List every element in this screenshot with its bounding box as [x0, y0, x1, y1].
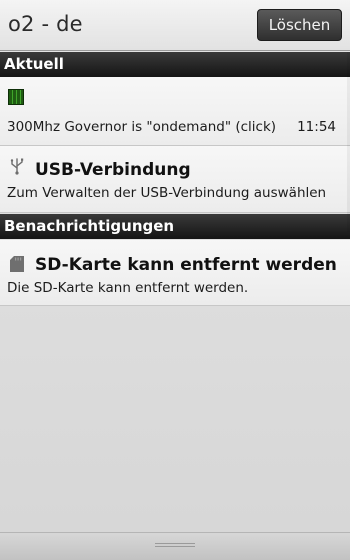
notification-time: 11:54 — [297, 119, 336, 135]
drag-grip-icon — [155, 543, 195, 547]
notification-text: Zum Verwalten der USB-Verbindung auswähl… — [7, 185, 327, 201]
section-header-current: Aktuell — [0, 52, 350, 77]
notification-usb-connection[interactable]: USB-Verbindung Zum Verwalten der USB-Ver… — [0, 146, 350, 213]
usb-icon — [10, 158, 24, 175]
notification-header: o2 - de Löschen — [0, 0, 350, 51]
cpu-chip-icon — [8, 89, 24, 105]
notification-text: Die SD-Karte kann entfernt werden. — [7, 280, 249, 296]
panel-drag-handle[interactable] — [0, 532, 350, 560]
notification-text: 300Mhz Governor is "ondemand" (click) — [7, 119, 277, 135]
operator-name: o2 - de — [8, 12, 83, 36]
notification-panel: o2 - de Löschen Aktuell 300Mhz Governor … — [0, 0, 350, 560]
notification-sd-card[interactable]: SD-Karte kann entfernt werden Die SD-Kar… — [0, 240, 350, 306]
sd-card-icon — [10, 256, 24, 272]
notification-cpu-governor[interactable]: 300Mhz Governor is "ondemand" (click) 11… — [0, 77, 350, 146]
notification-title: USB-Verbindung — [35, 160, 191, 180]
section-header-notifications: Benachrichtigungen — [0, 214, 350, 239]
notification-title: SD-Karte kann entfernt werden — [35, 255, 337, 275]
clear-button[interactable]: Löschen — [257, 9, 342, 41]
